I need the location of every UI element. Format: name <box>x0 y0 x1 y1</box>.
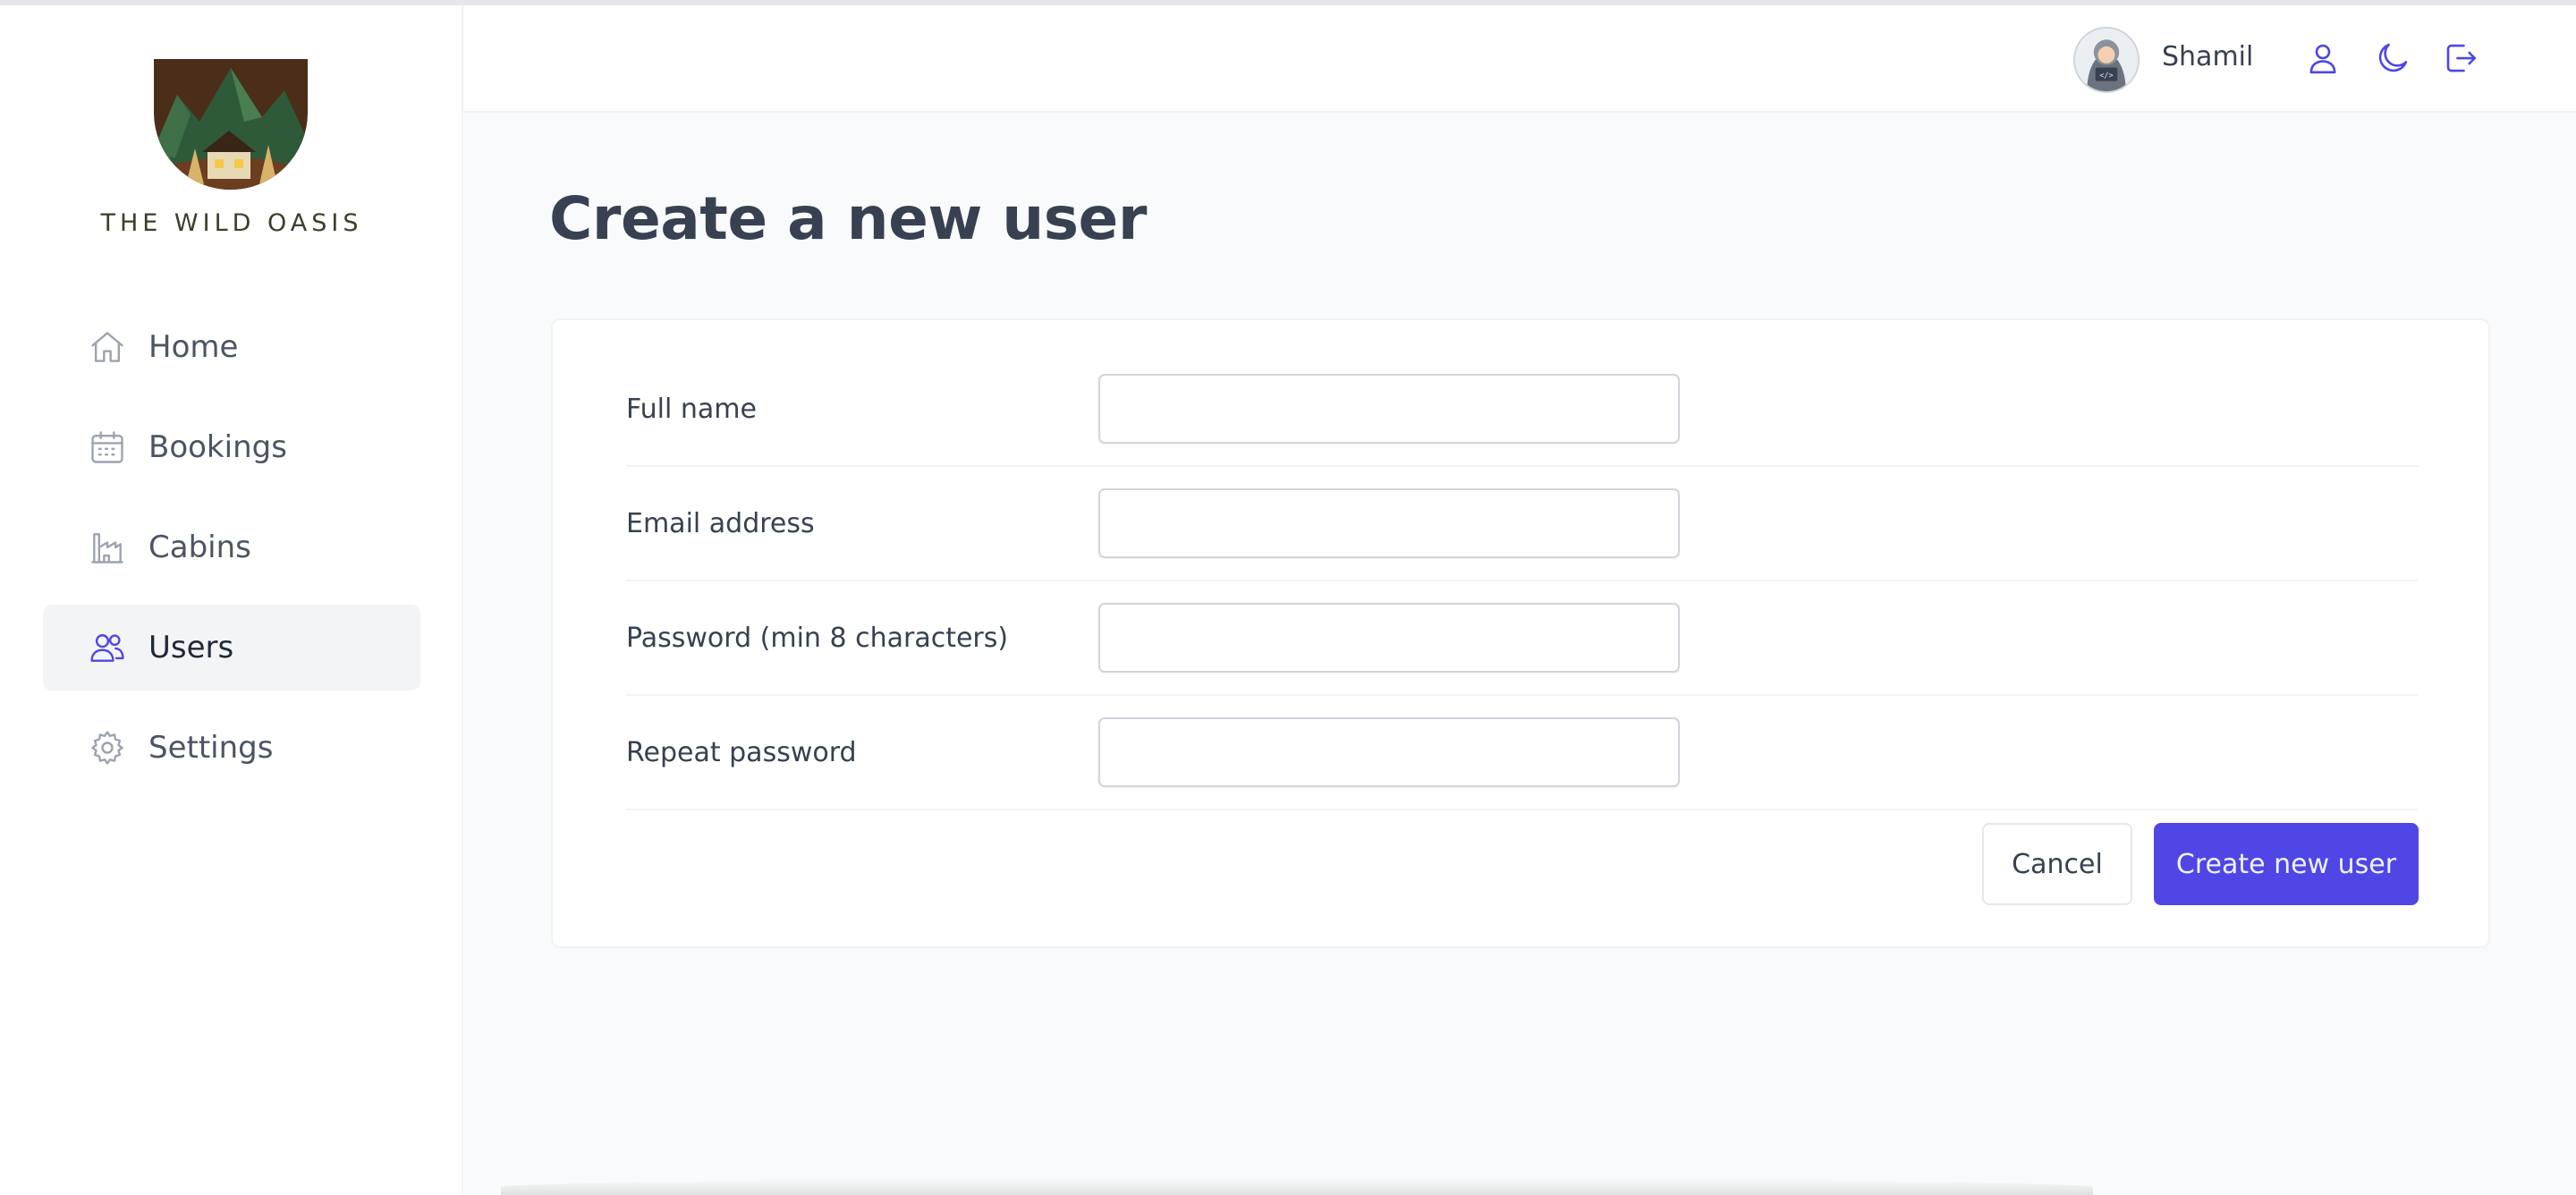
create-user-button[interactable]: Create new user <box>2154 823 2419 905</box>
warehouse-icon <box>86 526 129 569</box>
sidebar: THE WILD OASIS Home Bookings Cabins User… <box>0 5 463 1195</box>
moon-icon <box>2374 39 2411 81</box>
bottom-shadow <box>501 1179 2093 1195</box>
sidebar-item-settings[interactable]: Settings <box>43 705 420 791</box>
full-name-input[interactable] <box>1098 374 1680 444</box>
email-input[interactable] <box>1098 488 1680 558</box>
user-icon <box>2304 39 2342 81</box>
email-label: Email address <box>626 508 815 539</box>
logout-icon <box>2442 39 2479 81</box>
full-name-label: Full name <box>626 394 757 425</box>
sidebar-nav: Home Bookings Cabins Users Settings <box>43 304 420 805</box>
top-header: </> Shamil <box>463 5 2576 113</box>
sidebar-item-label: Cabins <box>148 530 251 565</box>
svg-text:</>: </> <box>2099 72 2113 81</box>
page-title: Create a new user <box>549 184 1147 253</box>
calendar-icon <box>86 426 129 469</box>
home-icon <box>86 326 129 369</box>
form-row-repeat-password: Repeat password <box>626 696 2419 810</box>
sidebar-item-cabins[interactable]: Cabins <box>43 504 420 590</box>
form-row-email: Email address <box>626 467 2419 581</box>
dark-mode-toggle[interactable] <box>2372 39 2413 81</box>
password-input[interactable] <box>1098 603 1680 673</box>
brand-name: THE WILD OASIS <box>100 209 363 237</box>
users-icon <box>86 626 129 669</box>
mountain-cabin-logo <box>150 59 311 193</box>
sidebar-item-label: Bookings <box>148 429 287 465</box>
sidebar-item-users[interactable]: Users <box>43 605 420 691</box>
cancel-button[interactable]: Cancel <box>1982 823 2132 905</box>
sidebar-item-home[interactable]: Home <box>43 304 420 390</box>
password-label: Password (min 8 characters) <box>626 623 1009 654</box>
logout-button[interactable] <box>2440 39 2481 81</box>
form-row-full-name: Full name <box>626 352 2419 467</box>
avatar: </> <box>2073 27 2140 93</box>
username: Shamil <box>2162 41 2254 72</box>
sidebar-item-label: Settings <box>148 730 274 766</box>
repeat-password-label: Repeat password <box>626 737 857 768</box>
sidebar-item-label: Home <box>148 329 239 365</box>
form-row-password: Password (min 8 characters) <box>626 581 2419 696</box>
create-user-form: Full name Email address Password (min 8 … <box>551 318 2490 948</box>
account-button[interactable] <box>2302 39 2343 81</box>
gear-icon <box>86 726 129 769</box>
sidebar-item-label: Users <box>148 630 234 665</box>
sidebar-item-bookings[interactable]: Bookings <box>43 404 420 490</box>
repeat-password-input[interactable] <box>1098 717 1680 787</box>
